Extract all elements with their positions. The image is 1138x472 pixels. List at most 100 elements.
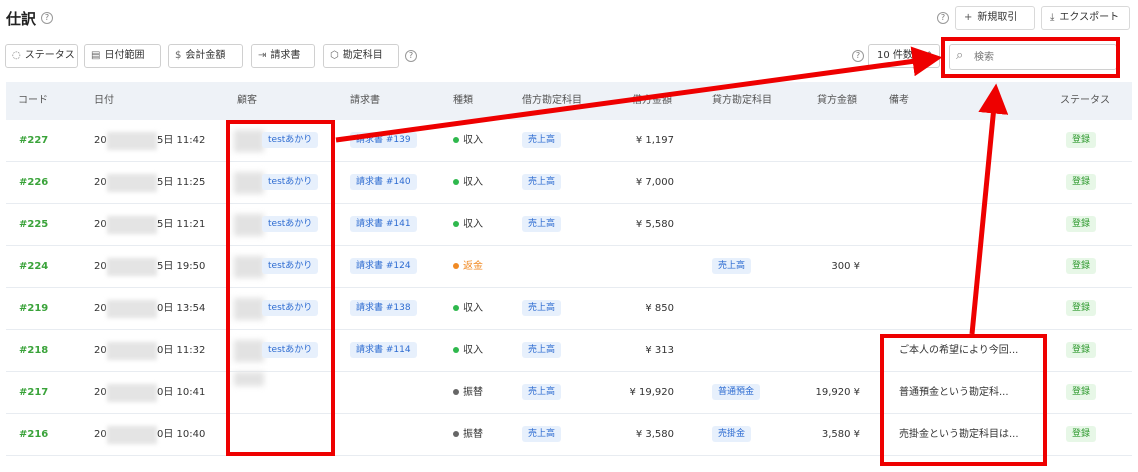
kind-label: 返金 bbox=[463, 261, 483, 272]
kind-dot-icon bbox=[453, 389, 459, 395]
row-credit-amount: 3,580 ¥ bbox=[821, 429, 860, 440]
row-invoice[interactable]: 請求書 #114 bbox=[350, 330, 417, 372]
row-code[interactable]: #227 bbox=[19, 120, 48, 162]
redacted-date bbox=[107, 216, 157, 234]
download-icon: ⤓ bbox=[1050, 12, 1055, 23]
table-row[interactable]: #227 20 5日 11:42 testあかり 請求書 #139 収入 売上高 ¥ 1,19… bbox=[6, 120, 1132, 162]
status-badge: 登録 bbox=[1066, 216, 1097, 232]
invoice-link[interactable]: 請求書 #138 bbox=[350, 300, 417, 316]
debit-account-tag: 売上高 bbox=[522, 300, 562, 316]
status-badge: 登録 bbox=[1066, 426, 1097, 442]
status-filter-button[interactable]: ◌ ステータス bbox=[5, 44, 78, 68]
col-customer[interactable]: 顧客 bbox=[237, 82, 257, 120]
row-debit-amount: ¥ 313 bbox=[645, 345, 674, 356]
row-status: 登録 bbox=[1066, 162, 1097, 204]
table-header: コード 日付 顧客 請求書 種類 借方勘定科目 借方金額 貸方勘定科目 貸方金額… bbox=[6, 82, 1132, 120]
row-kind: 収入 bbox=[453, 120, 483, 162]
invoice-link[interactable]: 請求書 #114 bbox=[350, 342, 417, 358]
status-badge: 登録 bbox=[1066, 342, 1097, 358]
invoice-link[interactable]: 請求書 #141 bbox=[350, 216, 417, 232]
invoice-filter-button[interactable]: ⇥ 請求書 bbox=[251, 44, 315, 68]
redacted-date bbox=[107, 426, 157, 444]
row-status: 登録 bbox=[1066, 120, 1097, 162]
table-row[interactable]: #219 20 0日 13:54 testあかり 請求書 #138 収入 売上高 ¥ 850 登… bbox=[6, 288, 1132, 330]
row-code[interactable]: #219 bbox=[19, 288, 48, 330]
row-debit-account: 売上高 bbox=[522, 372, 562, 414]
row-credit-account: 普通預金 bbox=[712, 372, 761, 414]
row-debit-account: 売上高 bbox=[522, 414, 562, 456]
invoice-link[interactable]: 請求書 #124 bbox=[350, 258, 417, 274]
note-highlight-box bbox=[880, 334, 1047, 466]
col-credit-account[interactable]: 貸方勘定科目 bbox=[712, 82, 772, 120]
kind-label: 振替 bbox=[463, 429, 483, 440]
row-status: 登録 bbox=[1066, 372, 1097, 414]
row-kind: 収入 bbox=[453, 288, 483, 330]
row-invoice[interactable]: 請求書 #138 bbox=[350, 288, 417, 330]
table-row[interactable]: #225 20 5日 11:21 testあかり 請求書 #141 収入 売上高 ¥ 5,58… bbox=[6, 204, 1132, 246]
row-date-prefix: 20 bbox=[94, 135, 107, 146]
kind-label: 収入 bbox=[463, 219, 483, 230]
kind-label: 収入 bbox=[463, 135, 483, 146]
row-code[interactable]: #226 bbox=[19, 162, 48, 204]
kind-dot-icon bbox=[453, 431, 459, 437]
plus-icon: + bbox=[964, 12, 973, 23]
col-note[interactable]: 備考 bbox=[889, 82, 909, 120]
date-range-filter-button[interactable]: ▤ 日付範囲 bbox=[84, 44, 161, 68]
invoice-link[interactable]: 請求書 #139 bbox=[350, 132, 417, 148]
kind-label: 振替 bbox=[463, 387, 483, 398]
col-debit-amount[interactable]: 借方金額 bbox=[632, 82, 672, 120]
status-badge: 登録 bbox=[1066, 174, 1097, 190]
row-debit-amount: ¥ 1,197 bbox=[635, 135, 674, 146]
row-date-suffix: 0日 10:41 bbox=[157, 387, 206, 398]
col-invoice[interactable]: 請求書 bbox=[350, 82, 380, 120]
row-invoice[interactable]: 請求書 #124 bbox=[350, 246, 417, 288]
row-date-suffix: 0日 13:54 bbox=[157, 303, 206, 314]
row-date-prefix: 20 bbox=[94, 303, 107, 314]
row-credit-amount: 19,920 ¥ bbox=[815, 387, 860, 398]
help-icon[interactable]: ? bbox=[852, 50, 864, 62]
row-code[interactable]: #217 bbox=[19, 372, 48, 414]
table-row[interactable]: #224 20 5日 19:50 testあかり 請求書 #124 返金 売上高 300 ¥ 登… bbox=[6, 246, 1132, 288]
page-title: 仕訳 bbox=[6, 10, 37, 28]
calendar-icon: ▤ bbox=[91, 50, 101, 61]
col-kind[interactable]: 種類 bbox=[453, 82, 473, 120]
chevron-icon: ⌃ bbox=[925, 51, 933, 61]
status-badge: 登録 bbox=[1066, 384, 1097, 400]
row-invoice[interactable]: 請求書 #139 bbox=[350, 120, 417, 162]
redacted-date bbox=[107, 342, 157, 360]
col-debit-account[interactable]: 借方勘定科目 bbox=[522, 82, 582, 120]
col-status[interactable]: ステータス bbox=[1060, 82, 1110, 120]
new-entry-button[interactable]: + 新規取引 bbox=[955, 6, 1035, 30]
row-kind: 振替 bbox=[453, 414, 483, 456]
row-credit-account: 売上高 bbox=[712, 246, 752, 288]
row-date-prefix: 20 bbox=[94, 261, 107, 272]
row-kind: 収入 bbox=[453, 330, 483, 372]
col-code[interactable]: コード bbox=[18, 82, 48, 120]
row-debit-amount: ¥ 7,000 bbox=[635, 177, 674, 188]
row-code[interactable]: #216 bbox=[19, 414, 48, 456]
table-row[interactable]: #226 20 5日 11:25 testあかり 請求書 #140 収入 売上高 ¥ 7,00… bbox=[6, 162, 1132, 204]
row-debit-amount: ¥ 850 bbox=[645, 303, 674, 314]
row-date-suffix: 5日 11:42 bbox=[157, 135, 206, 146]
row-debit-account: 売上高 bbox=[522, 288, 562, 330]
row-code[interactable]: #218 bbox=[19, 330, 48, 372]
export-button[interactable]: ⤓ エクスポート bbox=[1041, 6, 1130, 30]
row-code[interactable]: #224 bbox=[19, 246, 48, 288]
search-highlight-box bbox=[941, 37, 1120, 78]
amount-filter-button[interactable]: $ 会計金額 bbox=[168, 44, 243, 68]
account-filter-button[interactable]: ⬡ 勘定科目 bbox=[323, 44, 399, 68]
page-size-select[interactable]: 10 件数 ⌃ bbox=[868, 44, 940, 68]
row-invoice[interactable]: 請求書 #141 bbox=[350, 204, 417, 246]
col-date[interactable]: 日付 bbox=[94, 82, 114, 120]
row-date-suffix: 5日 11:25 bbox=[157, 177, 206, 188]
col-credit-amount[interactable]: 貸方金額 bbox=[817, 82, 857, 120]
row-date-prefix: 20 bbox=[94, 345, 107, 356]
redacted-date bbox=[107, 384, 157, 402]
row-date-prefix: 20 bbox=[94, 177, 107, 188]
help-icon[interactable]: ? bbox=[937, 12, 949, 24]
help-icon[interactable]: ? bbox=[41, 12, 53, 24]
row-invoice[interactable]: 請求書 #140 bbox=[350, 162, 417, 204]
invoice-link[interactable]: 請求書 #140 bbox=[350, 174, 417, 190]
help-icon[interactable]: ? bbox=[405, 50, 417, 62]
row-code[interactable]: #225 bbox=[19, 204, 48, 246]
